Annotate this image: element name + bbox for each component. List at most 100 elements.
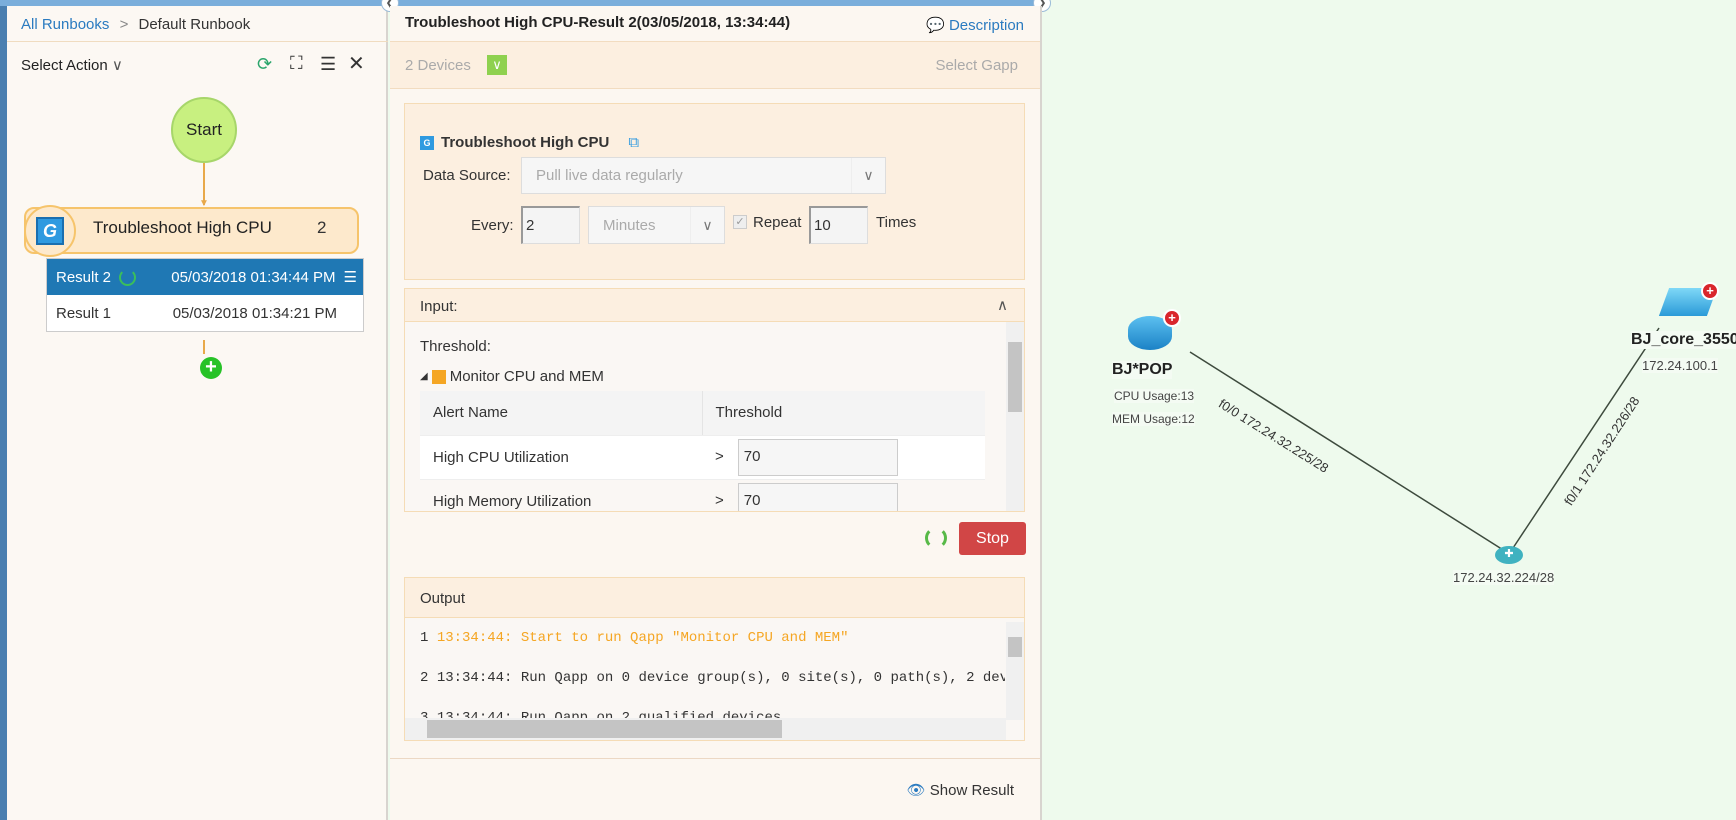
column-header: Threshold: [702, 391, 985, 436]
chevron-up-icon[interactable]: ∧: [997, 296, 1008, 314]
close-icon[interactable]: ✕: [348, 51, 365, 76]
expand-icon[interactable]: ◢: [420, 371, 428, 382]
gapp-icon-circle: G: [24, 205, 76, 257]
select-action-dropdown[interactable]: Select Action ∨: [21, 56, 123, 74]
device-ip: 172.24.100.1: [1642, 358, 1718, 373]
qapp-icon: [431, 369, 446, 384]
divider: [390, 758, 1040, 759]
show-result-button[interactable]: 👁 Show Result: [907, 781, 1014, 799]
result-time: 05/03/2018 01:34:21 PM: [172, 304, 337, 322]
link-line: [1512, 327, 1660, 549]
description-label: Description: [948, 17, 1024, 34]
devices-count[interactable]: 2 Devices: [405, 57, 471, 74]
breadcrumb-all-runbooks[interactable]: All Runbooks: [21, 16, 109, 33]
alert-name: High CPU Utilization: [420, 435, 702, 480]
devices-bar: 2 Devices ∨ Select Gapp: [390, 41, 1040, 89]
result-label: Result 2: [56, 268, 112, 286]
mem-usage: MEM Usage:12: [1112, 412, 1195, 426]
chevron-down-icon: ∨: [851, 158, 885, 193]
subnet-label: 172.24.32.224/28: [1453, 570, 1555, 585]
fit-view-icon[interactable]: ⛶: [290, 53, 303, 74]
repeat-count-input[interactable]: 10: [809, 206, 868, 244]
loading-spinner-icon: [925, 527, 947, 549]
unit-select[interactable]: Minutes ∨: [588, 206, 725, 244]
operator: >: [715, 491, 724, 509]
result-time: 05/03/2018 01:34:44 PM: [171, 268, 336, 286]
subnet-icon[interactable]: ✚: [1495, 546, 1523, 564]
menu-icon[interactable]: ☰: [344, 268, 357, 286]
device-name[interactable]: BJ_core_3550: [1631, 331, 1736, 349]
chevron-down-icon: ∨: [690, 207, 724, 243]
line-text: 13:34:44: Run Qapp on 0 device group(s),…: [436, 670, 1005, 686]
input-title: Input:: [420, 298, 458, 315]
repeat-label: Repeat: [753, 214, 802, 231]
horizontal-scrollbar[interactable]: [405, 718, 1006, 740]
breadcrumb-separator: >: [119, 16, 129, 33]
alert-plus-icon: +: [1701, 282, 1719, 300]
input-section: Input: ∧ Threshold: ◢ Monitor CPU and MEM …: [404, 288, 1025, 512]
threshold-table: Alert Name Threshold High CPU Utilization…: [420, 391, 985, 511]
gapp-icon: G: [36, 217, 64, 245]
output-line: 2 13:34:44: Run Qapp on 0 device group(s…: [405, 658, 1005, 698]
description-link[interactable]: 💬 Description: [926, 16, 1024, 34]
qapp-name: Monitor CPU and MEM: [449, 368, 604, 385]
result-item[interactable]: Result 2 05/03/2018 01:34:44 PM ☰: [47, 259, 363, 295]
result-list: Result 2 05/03/2018 01:34:44 PM ☰ Result…: [46, 258, 364, 332]
start-node[interactable]: Start: [171, 97, 237, 163]
topology-map[interactable]: + BJ*POP CPU Usage:13 MEM Usage:12 f0/0 …: [1042, 0, 1736, 820]
every-input[interactable]: 2: [521, 206, 580, 244]
result-label: Result 1: [56, 304, 112, 322]
repeat-count-value: 10: [814, 217, 831, 234]
line-number: 1: [420, 630, 429, 646]
add-step-icon[interactable]: +: [200, 357, 222, 379]
task-count: 2: [317, 218, 327, 237]
data-source-value: Pull live data regularly: [536, 167, 683, 184]
output-section: Output 1 13:34:44: Start to run Qapp "Mo…: [404, 577, 1025, 741]
qapp-tree-item[interactable]: ◢ Monitor CPU and MEM: [405, 355, 1024, 385]
output-header: Output: [405, 578, 1024, 618]
refresh-icon[interactable]: ⟳: [257, 54, 272, 75]
start-label: Start: [186, 120, 222, 139]
device-name[interactable]: BJ*POP: [1112, 361, 1173, 379]
column-header: Alert Name: [420, 391, 703, 436]
operator: >: [715, 447, 724, 465]
divider: [7, 41, 388, 42]
stop-button[interactable]: Stop: [959, 522, 1026, 555]
task-settings-box: G Troubleshoot High CPU ⧉ Data Source: Pul…: [404, 103, 1025, 280]
eye-icon: 👁: [906, 782, 926, 799]
data-source-select[interactable]: Pull live data regularly ∨: [521, 157, 886, 194]
vertical-scrollbar[interactable]: [1006, 322, 1024, 511]
task-title-text: Troubleshoot High CPU: [441, 134, 610, 151]
output-line: 1 13:34:44: Start to run Qapp "Monitor C…: [405, 618, 1024, 658]
result-item[interactable]: Result 1 05/03/2018 01:34:21 PM: [47, 295, 363, 331]
select-gapp-button[interactable]: Select Gapp: [935, 57, 1018, 74]
line-text: 13:34:44: Start to run Qapp "Monitor CPU…: [436, 630, 849, 646]
vertical-scrollbar[interactable]: [1006, 622, 1024, 720]
gapp-icon: G: [420, 135, 434, 150]
loading-spinner-icon: [119, 268, 137, 286]
table-row: High CPU Utilization >70: [420, 435, 985, 480]
input-header[interactable]: Input: ∧: [405, 289, 1024, 322]
every-value: 2: [526, 217, 535, 234]
threshold-label: Threshold:: [420, 338, 491, 355]
chevron-down-icon: ∨: [111, 57, 123, 74]
breadcrumb-current: Default Runbook: [138, 16, 251, 33]
alert-name: High Memory Utilization: [420, 479, 702, 511]
repeat-checkbox[interactable]: ✓: [733, 215, 747, 229]
unit-value: Minutes: [603, 216, 656, 234]
every-label: Every:: [471, 217, 514, 234]
runbook-panel: All Runbooks > Default Runbook Select Ac…: [7, 6, 388, 820]
times-label: Times: [876, 214, 917, 231]
task-name: Troubleshoot High CPU: [93, 218, 272, 237]
open-window-icon[interactable]: ⧉: [628, 134, 639, 151]
devices-dropdown-icon[interactable]: ∨: [487, 55, 507, 75]
threshold-input[interactable]: 70: [737, 482, 898, 511]
line-number: 2: [420, 670, 429, 686]
menu-icon[interactable]: ☰: [320, 54, 336, 75]
show-result-label: Show Result: [929, 782, 1014, 799]
link-line: [1189, 351, 1509, 554]
app-sidebar-strip: [0, 0, 7, 820]
threshold-input[interactable]: 70: [737, 438, 898, 476]
connector: [203, 340, 205, 354]
table-row: High Memory Utilization >70: [420, 479, 985, 511]
